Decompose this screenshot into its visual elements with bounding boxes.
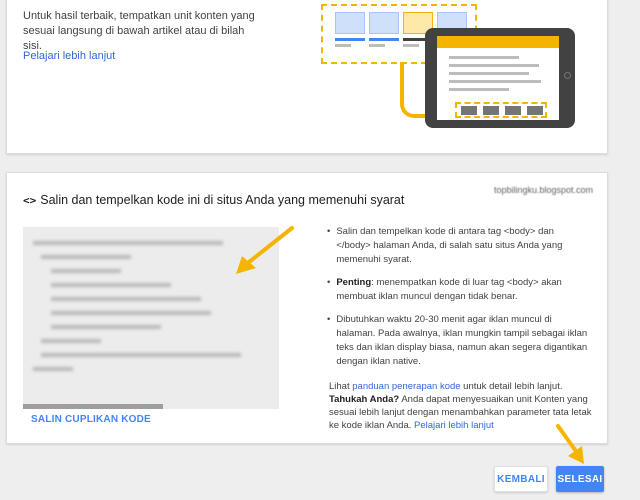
placement-tip-text: Untuk hasil terbaik, tempatkan unit kont…: [23, 10, 255, 52]
instructions-list: • Salin dan tempelkan kode di antara tag…: [327, 225, 589, 378]
annotation-arrow-icon: [236, 226, 294, 274]
section-header: <> Salin dan tempelkan kode ini di situs…: [23, 193, 404, 207]
copy-code-button[interactable]: SALIN CUPLIKAN KODE: [31, 414, 151, 425]
list-item: • Dibutuhkan waktu 20-30 menit agar ikla…: [327, 314, 588, 367]
implementation-guide-link[interactable]: panduan penerapan kode: [352, 381, 460, 392]
horizontal-scrollbar[interactable]: [23, 404, 163, 409]
tablet-screen: [437, 36, 559, 120]
tip-learn-more-link[interactable]: Pelajari lebih lanjut: [414, 420, 494, 431]
tablet-icon: [425, 28, 575, 128]
section-title: Salin dan tempelkan kode ini di situs An…: [40, 193, 405, 207]
done-button[interactable]: SELESAI: [556, 466, 604, 492]
code-snippet-card: <> Salin dan tempelkan kode ini di situs…: [6, 172, 608, 444]
site-url: topbilingku.blogspot.com: [493, 185, 593, 195]
code-icon: <>: [23, 193, 37, 207]
content-thumbnail: [335, 12, 365, 52]
back-button[interactable]: KEMBALI: [494, 466, 548, 492]
list-item: • Salin dan tempelkan kode di antara tag…: [327, 226, 563, 265]
annotation-arrow-icon: [556, 424, 584, 464]
learn-more-link[interactable]: Pelajari lebih lanjut: [23, 50, 115, 62]
list-item: • Penting: menempatkan kode di luar tag …: [327, 277, 562, 302]
content-thumbnail: [369, 12, 399, 52]
tablet-ad-slot: [455, 102, 547, 118]
